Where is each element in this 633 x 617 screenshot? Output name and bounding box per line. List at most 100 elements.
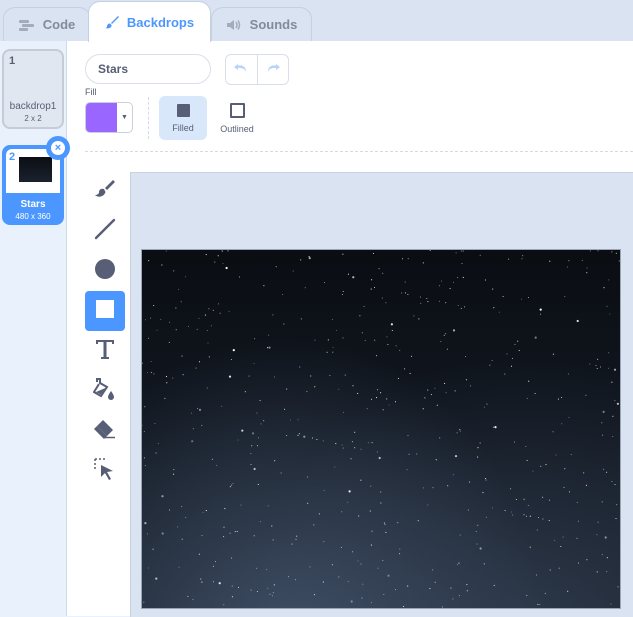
text-tool[interactable] bbox=[85, 331, 125, 371]
star bbox=[403, 606, 404, 607]
star bbox=[411, 356, 412, 357]
select-tool[interactable] bbox=[85, 451, 125, 491]
star bbox=[583, 472, 584, 473]
star bbox=[296, 536, 297, 537]
fill-tool[interactable] bbox=[85, 371, 125, 411]
star bbox=[582, 260, 583, 261]
star bbox=[458, 305, 459, 306]
tab-backdrops[interactable]: Backdrops bbox=[88, 1, 211, 42]
star bbox=[148, 338, 149, 339]
star bbox=[252, 432, 254, 434]
line-icon bbox=[93, 217, 117, 246]
star bbox=[436, 459, 437, 460]
delete-backdrop-button[interactable]: × bbox=[46, 136, 70, 160]
star bbox=[377, 389, 378, 390]
star bbox=[268, 335, 269, 336]
backdrop-item-1[interactable]: 1 backdrop1 2 x 2 bbox=[2, 49, 64, 129]
star bbox=[377, 451, 378, 452]
costume-name-input[interactable]: Stars bbox=[85, 54, 211, 84]
star bbox=[423, 487, 424, 488]
stars-backdrop-image[interactable] bbox=[141, 249, 621, 609]
star bbox=[348, 274, 349, 275]
fill-color-picker[interactable]: ▼ bbox=[85, 102, 133, 133]
undo-button[interactable] bbox=[226, 55, 258, 84]
star bbox=[511, 511, 512, 512]
star bbox=[527, 398, 528, 399]
line-tool[interactable] bbox=[85, 211, 125, 251]
star bbox=[299, 366, 300, 367]
star bbox=[485, 478, 486, 479]
tab-sounds[interactable]: Sounds bbox=[211, 7, 312, 41]
star bbox=[524, 499, 525, 500]
rectangle-tool[interactable] bbox=[85, 291, 125, 331]
star bbox=[258, 437, 259, 438]
star bbox=[602, 554, 603, 555]
redo-button[interactable] bbox=[258, 55, 289, 84]
star bbox=[150, 318, 151, 319]
outlined-mode-button[interactable]: Outlined bbox=[213, 96, 261, 140]
star bbox=[338, 389, 339, 390]
star bbox=[196, 368, 197, 369]
star bbox=[362, 584, 363, 585]
star bbox=[290, 419, 291, 420]
star bbox=[191, 413, 192, 414]
star bbox=[323, 440, 324, 441]
eraser-tool[interactable] bbox=[85, 411, 125, 451]
star bbox=[456, 252, 457, 253]
star bbox=[608, 352, 609, 353]
star bbox=[619, 260, 620, 261]
circle-tool[interactable] bbox=[85, 251, 125, 291]
star bbox=[445, 333, 446, 334]
star bbox=[469, 482, 470, 483]
filled-mode-button[interactable]: Filled bbox=[159, 96, 207, 140]
star bbox=[256, 413, 257, 414]
star bbox=[352, 276, 354, 278]
star bbox=[144, 457, 145, 458]
star bbox=[319, 513, 320, 514]
star bbox=[327, 352, 328, 353]
star bbox=[324, 490, 325, 491]
star bbox=[608, 368, 609, 369]
backdrop-list: 1 backdrop1 2 x 2 2 Stars 480 x 360 × bbox=[0, 41, 67, 616]
star bbox=[175, 308, 176, 309]
star bbox=[460, 535, 461, 536]
star bbox=[569, 491, 570, 492]
star bbox=[455, 390, 456, 391]
star bbox=[263, 420, 264, 421]
star bbox=[143, 602, 144, 603]
star bbox=[545, 464, 546, 465]
brush-tool[interactable] bbox=[85, 171, 125, 211]
star bbox=[444, 335, 445, 336]
star bbox=[144, 522, 146, 524]
star bbox=[231, 558, 232, 559]
paint-editor: Stars Fill ▼ Filled Outlined bbox=[67, 41, 633, 616]
eraser-icon bbox=[93, 417, 117, 446]
star bbox=[371, 602, 372, 603]
star bbox=[447, 485, 448, 486]
star bbox=[352, 441, 353, 442]
star bbox=[418, 318, 419, 319]
star bbox=[299, 433, 300, 434]
star bbox=[268, 505, 269, 506]
star bbox=[549, 500, 550, 501]
star bbox=[459, 595, 460, 596]
star bbox=[468, 510, 469, 511]
star bbox=[187, 596, 188, 597]
star bbox=[154, 423, 155, 424]
star bbox=[561, 423, 562, 424]
star bbox=[420, 303, 421, 304]
star bbox=[212, 459, 213, 460]
star bbox=[293, 270, 294, 271]
star bbox=[386, 398, 387, 399]
star bbox=[549, 261, 550, 262]
star bbox=[332, 564, 333, 565]
tab-backdrops-label: Backdrops bbox=[127, 15, 194, 30]
paint-canvas-area[interactable] bbox=[130, 172, 633, 617]
tab-code[interactable]: Code bbox=[3, 7, 91, 41]
star bbox=[274, 376, 275, 377]
star bbox=[172, 377, 173, 378]
star bbox=[335, 443, 336, 444]
star bbox=[145, 319, 146, 320]
star bbox=[224, 508, 225, 509]
star bbox=[324, 282, 325, 283]
